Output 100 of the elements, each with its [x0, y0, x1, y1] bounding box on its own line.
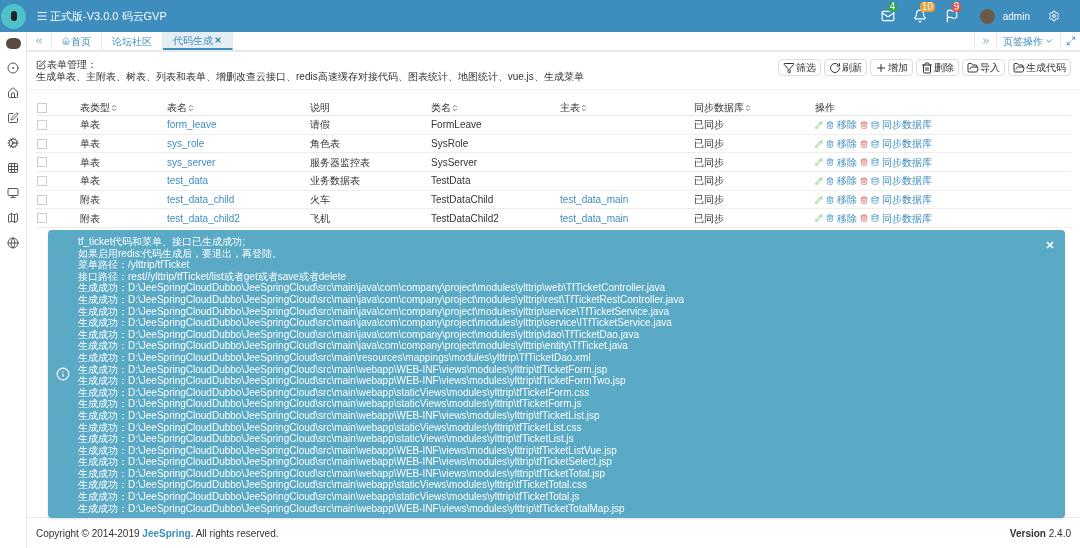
table-cell: FormLeave — [431, 119, 482, 131]
table-link[interactable]: test_data — [167, 175, 209, 187]
row-checkbox[interactable] — [37, 157, 47, 168]
row-checkbox[interactable] — [37, 119, 47, 130]
close-icon[interactable] — [214, 36, 222, 44]
row-checkbox[interactable] — [37, 194, 47, 205]
trash-icon — [826, 139, 834, 148]
tab-menu-button[interactable]: 页签操作 — [996, 32, 1060, 50]
sync-link[interactable]: 同步数据库 — [882, 136, 932, 152]
circle-icon[interactable] — [7, 62, 19, 74]
row-checkbox[interactable] — [37, 138, 47, 149]
mail-icon — [880, 9, 895, 23]
refresh-icon — [829, 61, 841, 74]
trash-icon — [826, 120, 834, 129]
home-icon[interactable] — [7, 87, 19, 99]
notification-line: 生成成功：D:\JeeSpringCloudDubbo\JeeSpringCloud\src\main\resources\mappings\modules\ylttrip\TfTicketDao.xml — [78, 351, 592, 364]
edit-icon[interactable] — [7, 112, 19, 124]
toolbar-button[interactable]: 删除 — [916, 59, 959, 76]
trash-icon — [826, 195, 834, 204]
delete-icon[interactable] — [860, 176, 868, 185]
column-header[interactable]: 同步数据库 — [694, 100, 752, 115]
user-avatar[interactable] — [979, 8, 995, 24]
sort-icon — [580, 103, 588, 112]
remove-link[interactable]: 移除 — [837, 192, 857, 208]
notification-line: 生成成功：D:\JeeSpringCloudDubbo\JeeSpringCloud\src\main\java\com\company\project\modules\ylttrip\entity\TfTicket.java — [78, 340, 629, 352]
filter-icon — [783, 61, 795, 74]
toolbar-button[interactable]: 增加 — [870, 59, 913, 76]
table-cell: 火车 — [310, 194, 330, 206]
column-header[interactable]: 表类型 — [80, 100, 118, 115]
table-cell: 单表 — [80, 175, 100, 187]
menu-icon[interactable] — [36, 10, 48, 22]
delete-icon[interactable] — [860, 120, 868, 129]
double-chevron-left-icon — [34, 36, 44, 46]
footer-link[interactable]: JeeSpring. — [142, 527, 194, 539]
notification-line: 生成成功：D:\JeeSpringCloudDubbo\JeeSpringCloud\src\main\webapp\staticViews\modules\ylttrip\tfTicketTotal.js — [78, 491, 581, 503]
toolbar-button[interactable]: 刷新 — [824, 59, 867, 76]
table-cell: 已同步 — [694, 194, 724, 206]
row-checkbox[interactable] — [37, 175, 47, 186]
bell-icon — [912, 9, 927, 23]
sort-icon — [744, 103, 752, 112]
user-name[interactable]: admin — [1002, 8, 1030, 24]
sync-link[interactable]: 同步数据库 — [882, 154, 932, 170]
table-cell: 请假 — [310, 119, 330, 131]
notification-line: 生成成功：D:\JeeSpringCloudDubbo\JeeSpringCloud\src\main\java\com\company\project\modules\ylttrip\dao\TfTicketDao.java — [78, 328, 640, 340]
notification-line: 生成成功：D:\JeeSpringCloudDubbo\JeeSpringCloud\src\main\webapp\WEB-INF\views\modules\ylttrip\tfTicketList.jsp — [78, 409, 601, 422]
delete-icon[interactable] — [860, 139, 868, 148]
notification-line: 如果启用redis:代码生成后，要退出，再登陆。 — [78, 247, 284, 260]
sort-icon — [451, 103, 459, 112]
toolbar-button[interactable]: 导入 — [962, 59, 1005, 76]
table-link[interactable]: test_data_child — [167, 194, 235, 206]
toolbar-button[interactable]: 生成代码 — [1008, 59, 1071, 76]
notification-line: 生成成功：D:\JeeSpringCloudDubbo\JeeSpringCloud\src\main\webapp\staticViews\modules\ylttrip\tfTicketTotal.css — [78, 479, 589, 491]
notification-line: tf_ticket代码和菜单、接口已生成成功; — [78, 236, 247, 248]
remove-link[interactable]: 移除 — [837, 154, 857, 170]
remove-link[interactable]: 移除 — [837, 210, 857, 226]
sync-link[interactable]: 同步数据库 — [882, 173, 932, 189]
table-cell: TestDataChild2 — [431, 212, 499, 224]
column-header[interactable]: 主表 — [560, 100, 588, 115]
column-header[interactable]: 类名 — [431, 100, 459, 115]
remove-link[interactable]: 移除 — [837, 117, 857, 133]
table-cell: 单表 — [80, 138, 100, 150]
remove-link[interactable]: 移除 — [837, 173, 857, 189]
notification-line: 生成成功：D:\JeeSpringCloudDubbo\JeeSpringCloud\src\main\webapp\WEB-INF\views\modules\ylttrip\tfTicketSelect.jsp — [78, 456, 613, 468]
sidebar-avatar[interactable] — [5, 38, 21, 49]
select-all-checkbox[interactable] — [37, 102, 47, 113]
sync-link[interactable]: 同步数据库 — [882, 117, 932, 133]
table-cell: 单表 — [80, 119, 100, 131]
table-link[interactable]: form_leave — [167, 119, 217, 131]
settings-icon[interactable] — [7, 137, 19, 149]
home-icon — [62, 37, 70, 45]
logo-icon — [1, 3, 26, 29]
sort-icon — [110, 103, 118, 112]
table-cell: 已同步 — [694, 138, 724, 150]
globe-icon[interactable] — [7, 237, 19, 249]
sync-link[interactable]: 同步数据库 — [882, 210, 932, 226]
folder-icon — [967, 61, 979, 74]
tab[interactable]: 代码生成 — [163, 32, 233, 50]
table-link[interactable]: test_data_child2 — [167, 212, 240, 224]
row-checkbox[interactable] — [37, 213, 47, 224]
remove-link[interactable]: 移除 — [837, 136, 857, 152]
table-link[interactable]: test_data_main — [560, 194, 629, 206]
map-icon[interactable] — [7, 212, 19, 224]
delete-icon[interactable] — [860, 195, 868, 204]
notification-line: 生成成功：D:\JeeSpringCloudDubbo\JeeSpringCloud\src\main\webapp\staticViews\modules\ylttrip\tfTicketList.js — [78, 433, 575, 445]
grid-icon[interactable] — [7, 162, 19, 174]
table-link[interactable]: test_data_main — [560, 212, 629, 224]
table-link[interactable]: sys_server — [167, 156, 216, 168]
notification-line: 生成成功：D:\JeeSpringCloudDubbo\JeeSpringCloud\src\main\webapp\WEB-INF\views\modules\ylttrip\tfTicketForm.jsp — [78, 363, 609, 375]
tab[interactable]: 首页 — [52, 32, 102, 50]
monitor-icon[interactable] — [7, 187, 19, 199]
table-cell: TestDataChild — [431, 194, 494, 206]
panel-title: 表单管理： — [47, 59, 97, 71]
delete-icon[interactable] — [860, 214, 868, 223]
table-cell: SysServer — [431, 156, 478, 168]
sync-link[interactable]: 同步数据库 — [882, 192, 932, 208]
table-cell: 角色表 — [310, 138, 340, 150]
toolbar-button[interactable]: 筛选 — [778, 59, 821, 76]
table-link[interactable]: sys_role — [167, 138, 205, 150]
column-header[interactable]: 表名 — [167, 100, 195, 115]
delete-icon[interactable] — [860, 158, 868, 167]
